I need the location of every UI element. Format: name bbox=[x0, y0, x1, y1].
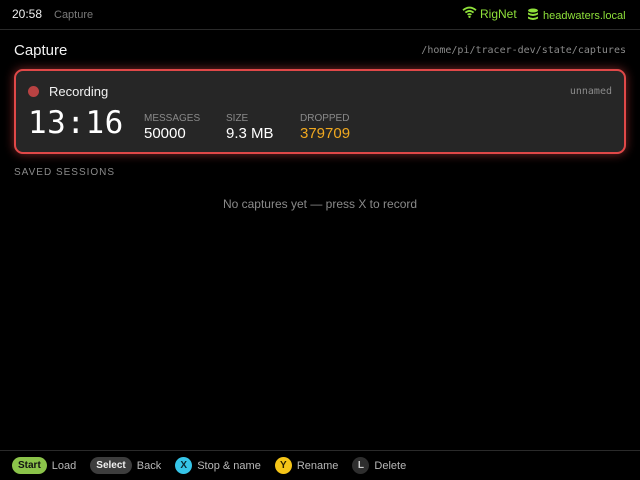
hint-label: Delete bbox=[374, 459, 407, 472]
hint-stop-and-name[interactable]: X Stop & name bbox=[175, 457, 261, 474]
status-bar: 20:58 Capture RigNet headwaters.local bbox=[0, 0, 640, 30]
clock: 20:58 bbox=[12, 7, 43, 21]
y-button-icon: Y bbox=[274, 457, 292, 474]
stat-label: DROPPED bbox=[300, 113, 350, 124]
stat-messages: MESSAGES 50000 bbox=[144, 113, 200, 142]
stat-value: 50000 bbox=[144, 125, 186, 142]
start-button-icon: Start bbox=[12, 457, 47, 474]
stat-dropped: DROPPED 379709 bbox=[300, 113, 350, 142]
saved-sessions-heading: SAVED SESSIONS bbox=[14, 167, 116, 178]
capture-path: /home/pi/tracer-dev/state/captures bbox=[421, 45, 626, 56]
host-name: headwaters.local bbox=[543, 10, 626, 22]
breadcrumb: Capture bbox=[54, 9, 94, 21]
hint-back[interactable]: Select Back bbox=[90, 457, 161, 474]
hint-label: Rename bbox=[296, 459, 339, 472]
hint-rename[interactable]: Y Rename bbox=[274, 457, 339, 474]
controls-bar: Start Load Select Back X Stop & name Y R… bbox=[0, 450, 640, 480]
recording-card[interactable]: Recording unnamed 13:16 MESSAGES 50000 S… bbox=[14, 69, 626, 154]
page-title: Capture bbox=[14, 42, 68, 59]
hint-label: Back bbox=[136, 459, 162, 472]
session-name: unnamed bbox=[569, 86, 612, 97]
l-button-icon: L bbox=[352, 457, 370, 474]
stat-label: MESSAGES bbox=[144, 113, 201, 124]
empty-state-message: No captures yet — press X to record bbox=[222, 197, 418, 211]
wifi-icon bbox=[462, 6, 477, 21]
recording-dot-icon bbox=[28, 86, 39, 97]
elapsed-timer: 13:16 bbox=[28, 105, 124, 141]
database-icon bbox=[527, 8, 539, 24]
stat-value: 9.3 MB bbox=[226, 125, 274, 142]
hint-load[interactable]: Start Load bbox=[12, 457, 76, 474]
hint-delete[interactable]: L Delete bbox=[352, 457, 406, 474]
network-name: RigNet bbox=[480, 6, 517, 21]
stat-label: SIZE bbox=[226, 113, 249, 124]
hint-label: Stop & name bbox=[197, 459, 261, 472]
hint-label: Load bbox=[51, 459, 77, 472]
select-button-icon: Select bbox=[90, 457, 132, 474]
host-indicator: headwaters.local bbox=[527, 8, 626, 24]
x-button-icon: X bbox=[175, 457, 193, 474]
stat-size: SIZE 9.3 MB bbox=[226, 113, 274, 142]
network-indicator: RigNet bbox=[462, 6, 517, 21]
recording-status: Recording bbox=[49, 84, 109, 99]
stat-value: 379709 bbox=[300, 125, 351, 142]
